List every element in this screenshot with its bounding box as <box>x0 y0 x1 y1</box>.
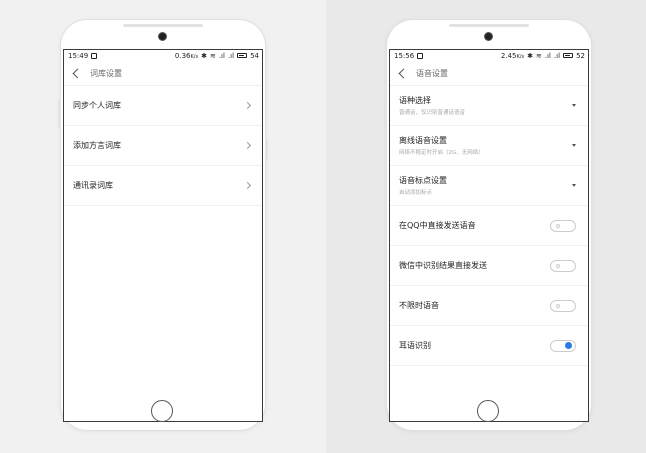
setting-label: 在QQ中直接发送语音 <box>399 221 476 230</box>
title-bar: 语音设置 <box>390 61 588 86</box>
list-item-dialect-dict[interactable]: 添加方言词库 <box>64 126 262 166</box>
phone-frame: 15:56 2.45K/s ✱ ≋ .ıl .ıl 52 语音设置 语种选择 普… <box>384 20 594 430</box>
status-bar: 15:49 0.36K/s ✱ ≋ .ıl .ıl 54 <box>64 50 262 61</box>
signal-icon: .ıl <box>218 51 225 60</box>
setting-description: 自动添加标点 <box>399 190 433 196</box>
notification-icon <box>91 52 98 59</box>
setting-label: 语种选择 <box>399 96 431 105</box>
screen: 15:56 2.45K/s ✱ ≋ .ıl .ıl 52 语音设置 语种选择 普… <box>389 49 589 422</box>
camera <box>484 32 493 41</box>
home-button[interactable] <box>151 400 173 422</box>
speaker <box>449 24 529 27</box>
power-button <box>591 138 594 160</box>
power-button <box>265 138 268 160</box>
page-title: 语音设置 <box>416 68 448 78</box>
dropdown-arrow-icon <box>572 144 576 147</box>
dropdown-language[interactable]: 语种选择 普通话，仅识别普通话语音 <box>390 86 588 126</box>
toggle-row-qq-send: 在QQ中直接发送语音 <box>390 206 588 246</box>
toggle-row-whisper: 耳语识别 <box>390 326 588 366</box>
back-icon[interactable] <box>398 68 409 78</box>
setting-label: 耳语识别 <box>399 341 431 350</box>
wifi-icon: ≋ <box>209 51 216 60</box>
volume-button <box>58 100 61 128</box>
list-item-label: 同步个人词库 <box>73 101 121 110</box>
list-item-sync-dict[interactable]: 同步个人词库 <box>64 86 262 126</box>
qq-send-toggle[interactable] <box>550 219 576 232</box>
dropdown-arrow-icon <box>572 184 576 187</box>
dropdown-punctuation[interactable]: 语音标点设置 自动添加标点 <box>390 166 588 206</box>
clock: 15:56 <box>394 51 415 60</box>
dropdown-offline-voice[interactable]: 离线语音设置 网络不稳定时开启（2G、无网络） <box>390 126 588 166</box>
page-title: 词库设置 <box>90 68 122 78</box>
bluetooth-icon: ✱ <box>527 51 533 60</box>
battery-icon <box>237 53 248 58</box>
right-panel: 15:56 2.45K/s ✱ ≋ .ıl .ıl 52 语音设置 语种选择 普… <box>326 0 646 453</box>
status-bar: 15:56 2.45K/s ✱ ≋ .ıl .ıl 52 <box>390 50 588 61</box>
chevron-right-icon <box>243 181 252 190</box>
chevron-right-icon <box>243 141 252 150</box>
net-speed: 2.45K/s <box>500 51 525 60</box>
back-icon[interactable] <box>72 68 83 78</box>
camera <box>158 32 167 41</box>
list-item-contacts-dict[interactable]: 通讯录词库 <box>64 166 262 206</box>
setting-label: 离线语音设置 <box>399 136 447 145</box>
battery-level: 54 <box>250 51 259 60</box>
notification-icon <box>417 52 424 59</box>
list-item-label: 通讯录词库 <box>73 181 113 190</box>
unlimited-voice-toggle[interactable] <box>550 299 576 312</box>
whisper-toggle[interactable] <box>550 339 576 352</box>
title-bar: 词库设置 <box>64 61 262 86</box>
wifi-icon: ≋ <box>535 51 542 60</box>
clock: 15:49 <box>68 51 89 60</box>
speaker <box>123 24 203 27</box>
phone-frame: 15:49 0.36K/s ✱ ≋ .ıl .ıl 54 词库设置 同步个人词库 <box>58 20 268 430</box>
left-panel: 15:49 0.36K/s ✱ ≋ .ıl .ıl 54 词库设置 同步个人词库 <box>0 0 326 453</box>
battery-level: 52 <box>576 51 585 60</box>
toggle-row-unlimited-voice: 不限时语音 <box>390 286 588 326</box>
battery-icon <box>563 53 574 58</box>
signal-icon: .ıl <box>544 51 551 60</box>
chevron-right-icon <box>243 101 252 110</box>
setting-label: 语音标点设置 <box>399 176 447 185</box>
signal-icon-2: .ıl <box>227 51 235 60</box>
dropdown-arrow-icon <box>572 104 576 107</box>
toggle-row-wechat-send: 微信中识别结果直接发送 <box>390 246 588 286</box>
signal-icon-2: .ıl <box>553 51 561 60</box>
setting-label: 微信中识别结果直接发送 <box>399 261 487 270</box>
volume-button <box>384 100 387 128</box>
bluetooth-icon: ✱ <box>201 51 207 60</box>
wechat-send-toggle[interactable] <box>550 259 576 272</box>
net-speed: 0.36K/s <box>174 51 199 60</box>
setting-label: 不限时语音 <box>399 301 439 310</box>
screen: 15:49 0.36K/s ✱ ≋ .ıl .ıl 54 词库设置 同步个人词库 <box>63 49 263 422</box>
setting-description: 网络不稳定时开启（2G、无网络） <box>399 150 484 156</box>
setting-description: 普通话，仅识别普通话语音 <box>399 110 466 116</box>
list-item-label: 添加方言词库 <box>73 141 121 150</box>
home-button[interactable] <box>477 400 499 422</box>
